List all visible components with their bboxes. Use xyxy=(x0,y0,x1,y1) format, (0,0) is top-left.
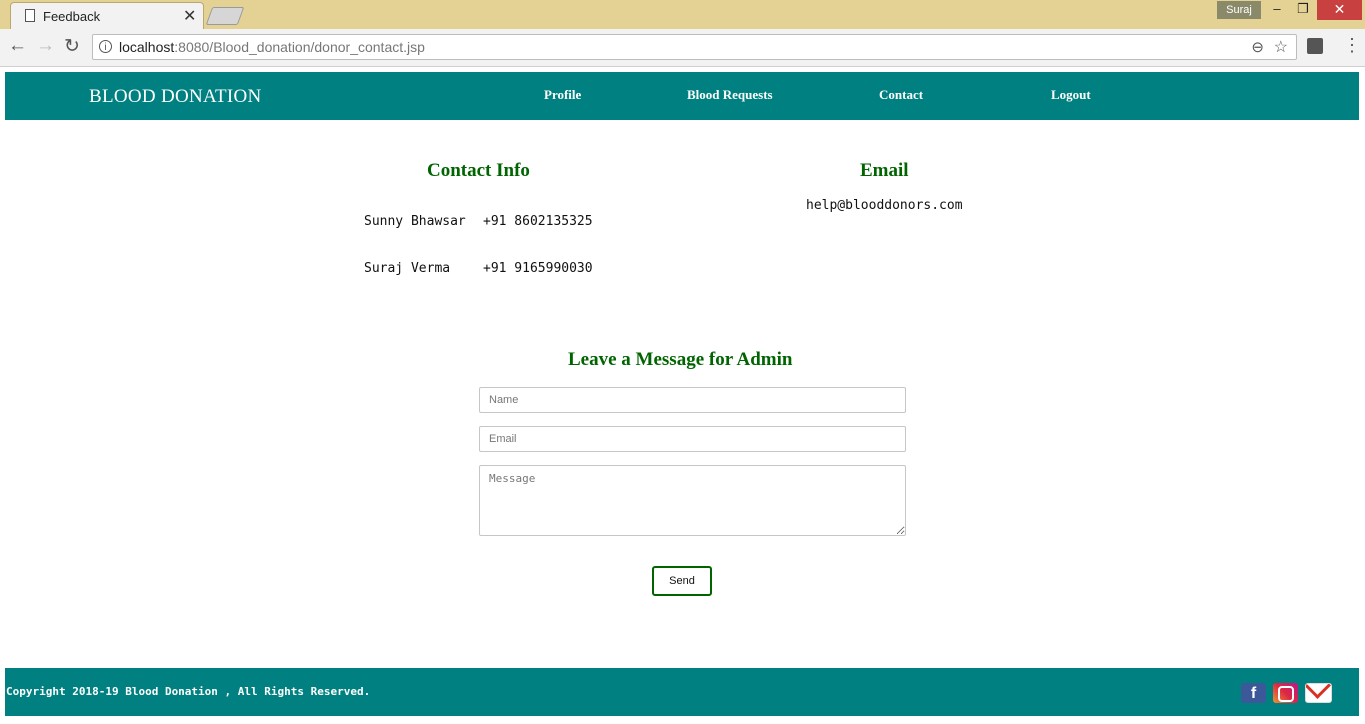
contact-phone: +91 9165990030 xyxy=(483,261,593,276)
page-icon xyxy=(25,9,35,22)
minimize-button[interactable]: – xyxy=(1264,0,1290,20)
contact-phone: +91 8602135325 xyxy=(483,214,593,229)
email-heading: Email xyxy=(860,160,909,181)
tab-title: Feedback xyxy=(43,9,101,24)
extension-icon[interactable] xyxy=(1307,38,1323,54)
zoom-icon[interactable]: ⊖ xyxy=(1251,38,1264,56)
email-input[interactable] xyxy=(479,426,906,452)
menu-icon[interactable]: ⋮ xyxy=(1343,35,1361,56)
profile-badge[interactable]: Suraj xyxy=(1217,1,1261,19)
back-icon[interactable]: ← xyxy=(8,35,27,57)
facebook-icon[interactable]: f xyxy=(1241,683,1266,703)
url-text[interactable]: localhost:8080/Blood_donation/donor_cont… xyxy=(119,39,425,55)
new-tab-button[interactable] xyxy=(205,7,245,25)
browser-titlebar: Feedback ✕ Suraj – ❐ ✕ xyxy=(0,0,1365,29)
browser-toolbar: ← → ↻ i localhost:8080/Blood_donation/do… xyxy=(0,29,1365,67)
forward-icon[interactable]: → xyxy=(36,35,55,57)
email-address: help@blooddonors.com xyxy=(806,198,963,213)
tab-close-icon[interactable]: ✕ xyxy=(183,6,196,26)
url-host: localhost xyxy=(119,39,175,55)
site-header: BLOOD DONATION Profile Blood Requests Co… xyxy=(5,72,1359,120)
browser-tab[interactable]: Feedback ✕ xyxy=(10,2,204,29)
contact-info-heading: Contact Info xyxy=(427,160,530,181)
site-footer: Copyright 2018-19 Blood Donation , All R… xyxy=(5,668,1359,716)
nav-contact[interactable]: Contact xyxy=(879,87,923,103)
info-icon[interactable]: i xyxy=(99,40,112,53)
close-window-button[interactable]: ✕ xyxy=(1317,0,1362,20)
message-form-heading: Leave a Message for Admin xyxy=(568,349,793,370)
message-textarea[interactable] xyxy=(479,465,906,536)
name-input[interactable] xyxy=(479,387,906,413)
nav-profile[interactable]: Profile xyxy=(544,87,581,103)
reload-icon[interactable]: ↻ xyxy=(64,35,80,58)
instagram-icon[interactable] xyxy=(1273,683,1298,703)
send-button[interactable]: Send xyxy=(652,566,712,596)
maximize-button[interactable]: ❐ xyxy=(1290,0,1316,20)
copyright-text: Copyright 2018-19 Blood Donation , All R… xyxy=(6,685,371,698)
brand-title[interactable]: BLOOD DONATION xyxy=(89,86,262,108)
gmail-icon[interactable] xyxy=(1305,683,1332,703)
contact-name: Sunny Bhawsar xyxy=(364,214,466,229)
address-bar[interactable]: i localhost:8080/Blood_donation/donor_co… xyxy=(92,34,1297,60)
nav-blood-requests[interactable]: Blood Requests xyxy=(687,87,773,103)
url-path: :8080/Blood_donation/donor_contact.jsp xyxy=(174,39,425,55)
contact-name: Suraj Verma xyxy=(364,261,451,276)
nav-logout[interactable]: Logout xyxy=(1051,87,1091,103)
star-icon[interactable]: ☆ xyxy=(1274,37,1288,57)
